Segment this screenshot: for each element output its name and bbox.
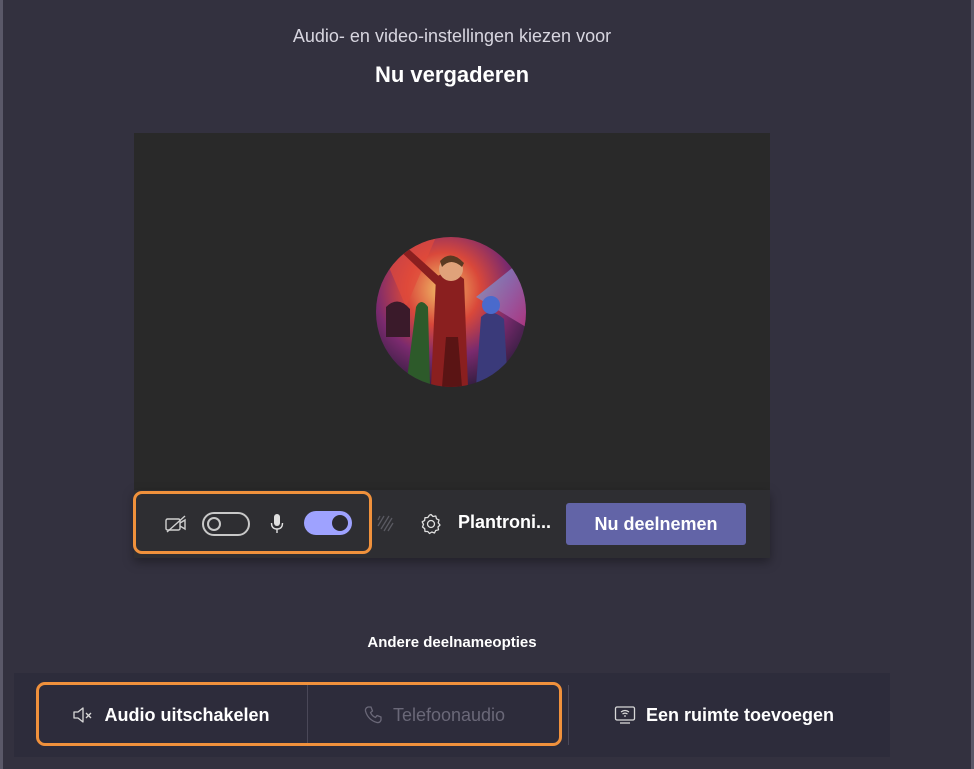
add-room-option[interactable]: Een ruimte toevoegen (574, 673, 874, 757)
other-join-options-heading: Andere deelnameopties (367, 634, 537, 651)
settings-subtitle: Audio- en video-instellingen kiezen voor (292, 26, 612, 46)
room-cast-icon (614, 706, 636, 724)
add-room-label: Een ruimte toevoegen (645, 704, 835, 725)
avatar-image (376, 237, 526, 387)
avatar (376, 237, 526, 387)
toggles-highlight (133, 491, 372, 554)
audio-options-highlight (36, 682, 562, 746)
window-border-left (0, 0, 3, 769)
video-preview (134, 133, 770, 490)
option-divider (568, 685, 569, 745)
gear-icon[interactable] (420, 513, 442, 535)
join-now-button[interactable]: Nu deelnemen (566, 503, 746, 545)
meeting-title: Nu vergaderen (374, 62, 530, 87)
background-blur-icon[interactable] (376, 514, 394, 532)
audio-device-label[interactable]: Plantroni... (458, 512, 551, 533)
